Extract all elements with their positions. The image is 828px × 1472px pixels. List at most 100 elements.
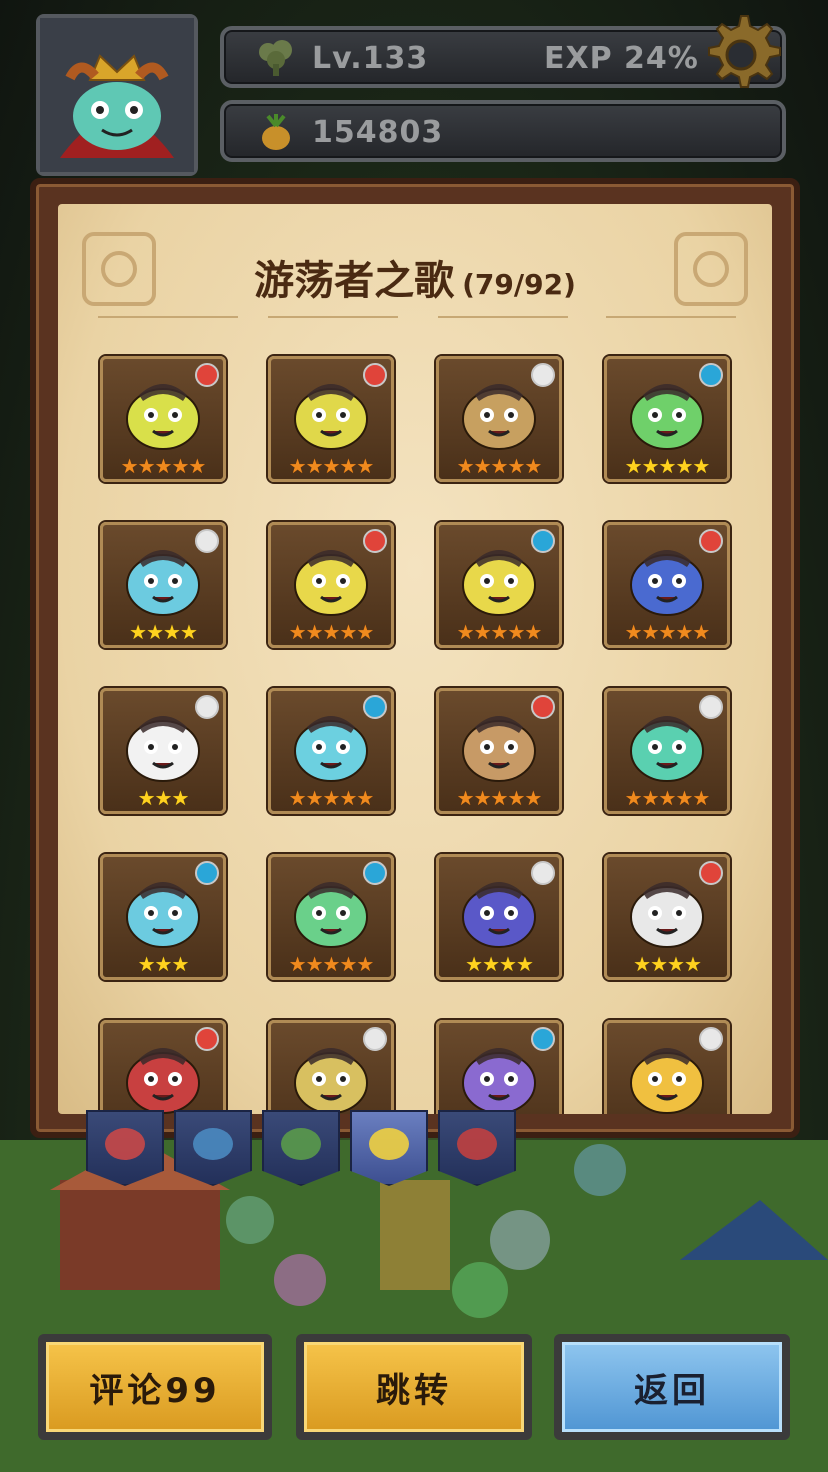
star-icon: ★ [482, 952, 500, 976]
star-icon: ★ [641, 786, 660, 810]
star-icon: ★ [339, 620, 357, 644]
star-icon: ★ [473, 454, 492, 478]
star-icon: ★ [473, 620, 492, 644]
creature-card[interactable]: ★★★★★ [268, 522, 394, 648]
element-badge-icon [195, 363, 219, 387]
star-icon: ★ [507, 620, 525, 644]
star-icon: ★ [633, 952, 651, 976]
star-icon: ★ [490, 786, 509, 810]
star-icon: ★ [288, 786, 307, 810]
star-icon: ★ [137, 454, 156, 478]
star-icon: ★ [339, 952, 357, 976]
star-icon: ★ [624, 786, 643, 810]
element-badge-icon [531, 1027, 555, 1051]
star-rating: ★★★★★ [271, 621, 391, 643]
star-icon: ★ [624, 454, 643, 478]
creature-card[interactable] [268, 1020, 394, 1114]
divider [98, 316, 238, 318]
star-icon: ★ [692, 454, 710, 478]
star-icon: ★ [465, 952, 483, 976]
creature-card[interactable]: ★★★★★ [436, 688, 562, 814]
star-rating: ★★★★ [439, 953, 559, 975]
star-icon: ★ [658, 786, 677, 810]
tab-gold-trophy[interactable] [350, 1110, 428, 1186]
star-rating: ★★★★★ [439, 455, 559, 477]
star-icon: ★ [356, 786, 374, 810]
creature-card[interactable] [604, 1020, 730, 1114]
creature-card[interactable]: ★★★★ [604, 854, 730, 980]
player-avatar[interactable] [36, 14, 198, 176]
star-rating: ★★★★ [607, 953, 727, 975]
element-badge-icon [363, 695, 387, 719]
star-icon: ★ [188, 454, 206, 478]
star-icon: ★ [692, 620, 710, 644]
creature-card[interactable]: ★★★★★ [268, 688, 394, 814]
star-rating: ★★★ [103, 953, 223, 975]
star-icon: ★ [658, 620, 677, 644]
element-badge-icon [363, 529, 387, 553]
star-rating: ★★★★ [103, 621, 223, 643]
star-icon: ★ [524, 454, 542, 478]
collection-count: (79/92) [462, 268, 576, 301]
coin-count: 154803 [312, 115, 444, 150]
settings-gear-icon[interactable] [696, 10, 786, 100]
star-icon: ★ [624, 620, 643, 644]
element-badge-icon [531, 363, 555, 387]
creature-card[interactable]: ★★★★★ [268, 854, 394, 980]
star-icon: ★ [667, 952, 685, 976]
star-icon: ★ [490, 620, 509, 644]
star-icon: ★ [507, 786, 525, 810]
star-icon: ★ [456, 786, 475, 810]
creature-card[interactable]: ★★★★★ [436, 356, 562, 482]
collection-title: 游荡者之歌 (79/92) [58, 248, 772, 306]
star-rating: ★★★★★ [103, 455, 223, 477]
jump-button[interactable]: 跳转 [296, 1334, 532, 1440]
creature-card[interactable] [100, 1020, 226, 1114]
creature-card[interactable]: ★★★ [100, 688, 226, 814]
element-badge-icon [363, 363, 387, 387]
divider [438, 316, 568, 318]
collection-panel: 游荡者之歌 (79/92) ★★★★★ ★★★★★ ★★★★★ ★★★★★ ★★★★ ★★★… [58, 204, 772, 1114]
star-icon: ★ [163, 620, 181, 644]
exp-percent: EXP 24% [544, 41, 699, 76]
creature-card[interactable]: ★★★ [100, 854, 226, 980]
star-icon: ★ [322, 454, 341, 478]
tab-blue-creature[interactable] [174, 1110, 252, 1186]
star-icon: ★ [490, 454, 509, 478]
element-badge-icon [195, 529, 219, 553]
star-icon: ★ [524, 786, 542, 810]
creature-card[interactable]: ★★★★★ [100, 356, 226, 482]
star-icon: ★ [322, 952, 341, 976]
star-icon: ★ [179, 620, 198, 644]
star-icon: ★ [339, 786, 357, 810]
back-button[interactable]: 返回 [554, 1334, 790, 1440]
creature-card[interactable]: ★★★★ [100, 522, 226, 648]
tab-red-creature[interactable] [86, 1110, 164, 1186]
tab-red-monster[interactable] [438, 1110, 516, 1186]
element-badge-icon [699, 529, 723, 553]
star-icon: ★ [507, 454, 525, 478]
creature-card[interactable]: ★★★★★ [268, 356, 394, 482]
creature-card[interactable] [436, 1020, 562, 1114]
golden-fruit-icon [262, 114, 290, 150]
tab-green-creature[interactable] [262, 1110, 340, 1186]
frog-king-avatar-icon [40, 18, 194, 172]
star-icon: ★ [322, 786, 341, 810]
creature-card[interactable]: ★★★★★ [604, 356, 730, 482]
star-icon: ★ [499, 952, 517, 976]
star-icon: ★ [650, 952, 668, 976]
star-icon: ★ [456, 454, 475, 478]
creature-card[interactable]: ★★★★★ [436, 522, 562, 648]
star-icon: ★ [641, 620, 660, 644]
creature-card[interactable]: ★★★★★ [604, 522, 730, 648]
element-badge-icon [363, 1027, 387, 1051]
star-rating: ★★★★★ [271, 787, 391, 809]
star-rating: ★★★★★ [439, 621, 559, 643]
star-icon: ★ [120, 454, 139, 478]
element-badge-icon [699, 1027, 723, 1051]
creature-card[interactable]: ★★★★ [436, 854, 562, 980]
comment-button[interactable]: 评论99 [38, 1334, 272, 1440]
tab-creature-icon [281, 1128, 321, 1160]
star-icon: ★ [288, 952, 307, 976]
creature-card[interactable]: ★★★★★ [604, 688, 730, 814]
